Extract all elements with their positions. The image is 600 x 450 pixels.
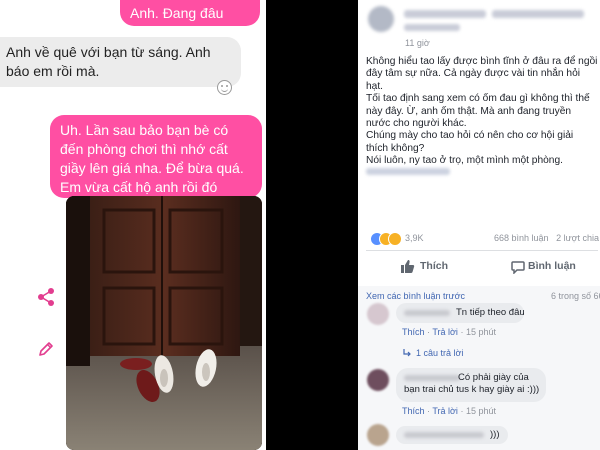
comment-share-count[interactable]: 668 bình luận 2 lượt chia sẻ	[494, 233, 600, 243]
comment-count: 668 bình luận	[494, 233, 549, 243]
view-replies-link[interactable]: 1 câu trả lời	[416, 348, 463, 358]
post-text: Không hiểu tao lấy được bình tĩnh ở đâu …	[366, 56, 598, 168]
comment-label: Bình luận	[528, 260, 576, 272]
post-timestamp: 11 giờ	[405, 38, 430, 48]
incoming-message: Anh về quê với bạn từ sáng. Anh báo em r…	[0, 37, 241, 87]
blurred-name	[404, 310, 450, 316]
chat-screenshot: Anh. Đang đâu đó? Anh về quê với bạn từ …	[0, 0, 266, 450]
blurred-name	[404, 10, 486, 18]
emoji-icon[interactable]	[217, 80, 232, 95]
comment-reply-link[interactable]: Trả lời	[432, 327, 458, 337]
avatar[interactable]	[367, 303, 389, 325]
post-paragraph: Nói luôn, ny tao ở trọ, một mình một phò…	[366, 155, 563, 167]
comment-text: )))	[490, 429, 500, 440]
shoes-photo	[66, 196, 262, 450]
comment-time: 15 phút	[465, 327, 496, 337]
comment-actions: Thích · Trả lời · 15 phút	[402, 327, 496, 337]
comment-bubble: Có phải giày của bạn trai chủ tus k hay …	[396, 368, 546, 402]
reply-arrow-icon	[403, 349, 411, 357]
blurred-name	[404, 432, 484, 438]
comment-bubble: )))	[396, 426, 508, 444]
comment-bubble: Tn tiếp theo đâu	[396, 303, 525, 323]
comment-time: 15 phút	[465, 406, 496, 416]
blurred-avatar	[368, 6, 394, 32]
blurred-name	[492, 10, 584, 18]
outgoing-message: Anh. Đang đâu đó?	[120, 0, 260, 40]
share-icon[interactable]	[36, 287, 56, 307]
comments-section: Xem các bình luận trước 6 trong số 668 T…	[358, 286, 600, 450]
thumbs-up-icon	[401, 260, 415, 273]
divider	[366, 250, 598, 251]
comment-text: Tn tiếp theo đâu	[456, 307, 525, 318]
blurred-name	[404, 24, 460, 31]
sad-reaction-icon	[388, 232, 402, 246]
outgoing-message: Uh. Lần sau bảo bạn bè có đến phòng chơi…	[50, 115, 262, 198]
view-previous-comments-link[interactable]: Xem các bình luận trước	[366, 291, 465, 301]
avatar[interactable]	[367, 424, 389, 446]
comment-reply-link[interactable]: Trả lời	[432, 406, 458, 416]
comment-page-count: 6 trong số 668	[551, 291, 600, 301]
blurred-link	[366, 168, 450, 175]
post-paragraph: Tối tao định sang xem có ốm đau gì không…	[366, 93, 590, 130]
pencil-icon[interactable]	[37, 340, 55, 358]
post-card: 11 giờ Không hiểu tao lấy được bình tĩnh…	[358, 0, 600, 286]
post-paragraph: Chúng mày cho tao hỏi có nên cho cơ hội …	[366, 130, 574, 154]
comment-text: Có phải giày của bạn trai chủ tus k hay …	[404, 372, 540, 395]
post-paragraph: Không hiểu tao lấy được bình tĩnh ở đâu …	[366, 56, 598, 92]
reaction-count[interactable]: 3,9K	[405, 233, 424, 243]
comment-like-link[interactable]: Thích	[402, 406, 425, 416]
avatar[interactable]	[367, 369, 389, 391]
facebook-post-screenshot: 11 giờ Không hiểu tao lấy được bình tĩnh…	[358, 0, 600, 450]
comment-icon	[511, 261, 525, 274]
like-label: Thích	[420, 260, 448, 272]
share-count: 2 lượt chia sẻ	[556, 233, 600, 243]
comment-actions: Thích · Trả lời · 15 phút	[402, 406, 496, 416]
comment-like-link[interactable]: Thích	[402, 327, 425, 337]
